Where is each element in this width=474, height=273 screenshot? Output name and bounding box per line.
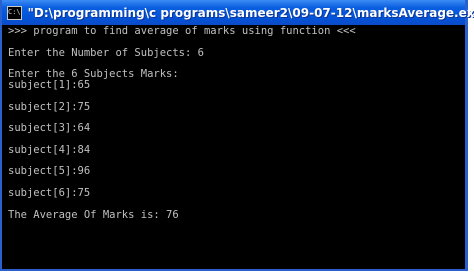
console-line: subject[6]:75 — [8, 186, 91, 199]
console-line: subject[3]:64 — [8, 122, 91, 135]
console-line: The Average Of Marks is: 76 — [8, 208, 179, 221]
console-line: Enter the Number of Subjects: 6 — [8, 46, 204, 59]
console-window: C:\ "D:\programming\c programs\sameer2\0… — [0, 0, 474, 271]
console-output[interactable]: >>> program to find average of marks usi… — [2, 25, 465, 269]
console-line: subject[1]:65 — [8, 78, 91, 91]
title-bar[interactable]: C:\ "D:\programming\c programs\sameer2\0… — [2, 0, 474, 25]
console-line: subject[5]:96 — [8, 165, 91, 178]
console-app-icon[interactable]: C:\ — [7, 5, 22, 20]
console-line: subject[2]:75 — [8, 100, 91, 113]
window-title: "D:\programming\c programs\sameer2\09-07… — [27, 5, 474, 20]
console-app-icon-glyph: C:\ — [8, 8, 21, 16]
console-line: subject[4]:84 — [8, 143, 91, 156]
console-line: >>> program to find average of marks usi… — [8, 25, 356, 37]
